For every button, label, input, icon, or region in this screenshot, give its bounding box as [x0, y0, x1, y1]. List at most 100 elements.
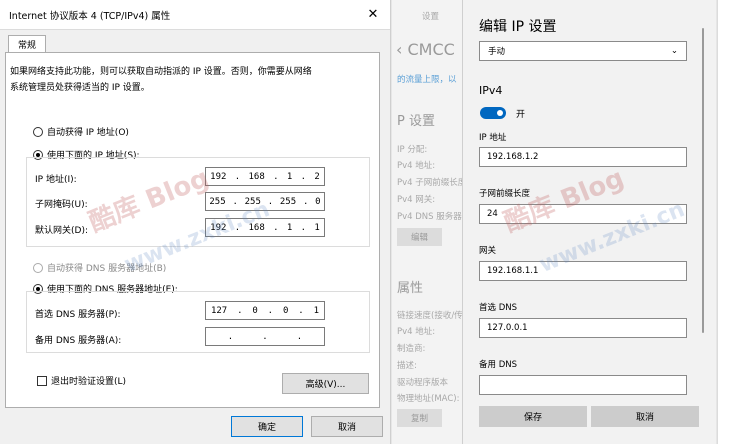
screenshot-root: Internet 协议版本 4 (TCP/IPv4) 属性 ✕ 常规 如果网络支… — [0, 0, 735, 444]
octet-separator: . — [267, 305, 274, 316]
ipv4-address-label: Pv4 地址: — [397, 161, 436, 171]
network-name-text: CMCC — [407, 40, 455, 59]
save-button[interactable]: 保存 — [479, 406, 587, 427]
gateway-octet: 192 — [210, 222, 227, 233]
dialog-titlebar: Internet 协议版本 4 (TCP/IPv4) 属性 ✕ — [0, 0, 390, 30]
alternate-dns-input[interactable]: . . . — [205, 327, 325, 346]
auto-ip-radio[interactable]: 自动获得 IP 地址(O) — [33, 125, 129, 138]
ip-address-label: IP 地址 — [479, 133, 507, 143]
ipv4-properties-dialog: Internet 协议版本 4 (TCP/IPv4) 属性 ✕ 常规 如果网络支… — [0, 0, 391, 444]
validate-on-exit-checkbox[interactable]: 退出时验证设置(L) — [37, 374, 126, 387]
right-window-edge — [717, 0, 735, 444]
octet-separator: . — [262, 331, 268, 342]
auto-dns-label: 自动获得 DNS 服务器地址(B) — [47, 264, 167, 274]
data-limit-link[interactable]: 的流量上限，以 — [397, 73, 457, 85]
description-label: 描述: — [397, 361, 417, 371]
radio-off-icon — [33, 126, 43, 137]
ip-address-label: IP 地址(I): — [35, 175, 77, 185]
link-speed-label: 链接速度(接收/传 — [397, 311, 462, 321]
mask-octet: 255 — [244, 196, 261, 207]
ip-octet: 168 — [248, 171, 265, 182]
checkbox-icon — [37, 375, 47, 386]
gateway-label: 网关 — [479, 246, 497, 256]
mac-address-label: 物理地址(MAC): — [397, 394, 460, 404]
auto-ip-label: 自动获得 IP 地址(O) — [47, 128, 129, 138]
alternate-dns-label: 备用 DNS — [479, 360, 518, 370]
mask-octet: 0 — [315, 196, 321, 207]
ipv4-prefix-label: Pv4 子网前缀长度 — [397, 178, 462, 188]
preferred-dns-input[interactable]: 127. 0. 0. 1 — [205, 301, 325, 320]
preferred-dns-label: 首选 DNS 服务器(P): — [35, 310, 121, 320]
preferred-dns-value: 127.0.0.1 — [487, 323, 528, 333]
dns-octet: 0 — [252, 305, 258, 316]
octet-separator: . — [232, 196, 238, 207]
general-panel: 如果网络支持此功能，则可以获取自动指派的 IP 设置。否则，你需要从网络 系统管… — [5, 52, 380, 408]
octet-separator: . — [296, 331, 303, 342]
gateway-field[interactable]: 192.168.1.1 — [479, 261, 687, 281]
cancel-button[interactable]: 取消 — [311, 416, 383, 437]
edit-ip-title: 编辑 IP 设置 — [479, 19, 557, 35]
dns-octet: 0 — [282, 305, 289, 316]
close-icon[interactable]: ✕ — [365, 7, 381, 23]
subnet-mask-input[interactable]: 255. 255. 255. 0 — [205, 192, 325, 211]
advanced-button[interactable]: 高级(V)... — [282, 373, 369, 394]
settings-page-background: 设置 ‹ CMCC 的流量上限，以 P 设置 IP 分配: Pv4 地址: Pv… — [392, 0, 462, 444]
octet-separator: . — [300, 171, 307, 182]
ipv4-heading: IPv4 — [479, 84, 503, 97]
ip-octet: 192 — [210, 171, 227, 182]
dns-octet: 1 — [313, 305, 319, 316]
octet-separator: . — [267, 196, 274, 207]
ip-settings-heading: P 设置 — [397, 114, 435, 129]
auto-dns-radio[interactable]: 自动获得 DNS 服务器地址(B) — [33, 261, 166, 274]
manufacturer-label: 制造商: — [397, 344, 426, 354]
octet-separator: . — [234, 171, 241, 182]
copy-button[interactable]: 复制 — [397, 409, 442, 427]
settings-breadcrumb: 设置 — [422, 12, 440, 22]
ok-button[interactable]: 确定 — [231, 416, 303, 437]
gateway-octet: 168 — [248, 222, 265, 233]
prefix-length-value: 24 — [487, 209, 498, 219]
ipv4-address-label-2: Pv4 地址: — [397, 327, 436, 337]
ip-mode-select[interactable]: 手动 ⌄ — [479, 41, 687, 61]
ip-assign-label: IP 分配: — [397, 145, 428, 155]
octet-separator: . — [234, 222, 241, 233]
octet-separator: . — [302, 196, 309, 207]
edit-cancel-button[interactable]: 取消 — [591, 406, 699, 427]
dialog-title: Internet 协议版本 4 (TCP/IPv4) 属性 — [9, 10, 171, 22]
intro-text: 如果网络支持此功能，则可以获取自动指派的 IP 设置。否则，你需要从网络 系统管… — [10, 64, 365, 96]
ip-octet: 2 — [314, 171, 320, 182]
mask-octet: 255 — [209, 196, 226, 207]
dns-octet: 127 — [210, 305, 228, 316]
preferred-dns-label: 首选 DNS — [479, 303, 518, 313]
ipv4-toggle[interactable] — [480, 107, 506, 119]
prefix-length-field[interactable]: 24 — [479, 204, 687, 224]
chevron-down-icon: ⌄ — [670, 46, 678, 56]
driver-version-label: 驱动程序版本 — [397, 378, 449, 388]
octet-separator: . — [273, 171, 279, 182]
ip-address-input[interactable]: 192. 168. 1. 2 — [205, 167, 325, 186]
alternate-dns-field[interactable] — [479, 375, 687, 395]
back-glyph: ‹ — [396, 40, 408, 59]
ipv4-gateway-label: Pv4 网关: — [397, 195, 436, 205]
octet-separator: . — [227, 331, 234, 342]
edit-button[interactable]: 编辑 — [397, 228, 442, 246]
validate-label: 退出时验证设置(L) — [51, 377, 127, 387]
octet-separator: . — [300, 222, 307, 233]
octet-separator: . — [273, 222, 279, 233]
intro-line-1: 如果网络支持此功能，则可以获取自动指派的 IP 设置。否则，你需要从网络 — [10, 67, 312, 77]
ip-address-field[interactable]: 192.168.1.2 — [479, 147, 687, 167]
ip-mode-value: 手动 — [488, 47, 506, 57]
ipv4-toggle-label: 开 — [516, 110, 526, 120]
edit-ip-settings-panel: 编辑 IP 设置 手动 ⌄ IPv4 开 IP 地址 192.168.1.2 子… — [462, 0, 716, 444]
default-gateway-input[interactable]: 192. 168. 1. 1 — [205, 218, 325, 237]
tab-general[interactable]: 常规 — [8, 35, 46, 53]
gateway-value: 192.168.1.1 — [487, 266, 539, 276]
network-name: ‹ CMCC — [396, 40, 455, 59]
scrollbar[interactable] — [702, 28, 704, 333]
preferred-dns-field[interactable]: 127.0.0.1 — [479, 318, 687, 338]
mask-octet: 255 — [279, 196, 297, 207]
subnet-mask-label: 子网掩码(U): — [35, 200, 88, 210]
intro-line-2: 系统管理员处获得适当的 IP 设置。 — [10, 83, 150, 93]
prefix-length-label: 子网前缀长度 — [479, 189, 531, 199]
gateway-octet: 1 — [314, 222, 320, 233]
